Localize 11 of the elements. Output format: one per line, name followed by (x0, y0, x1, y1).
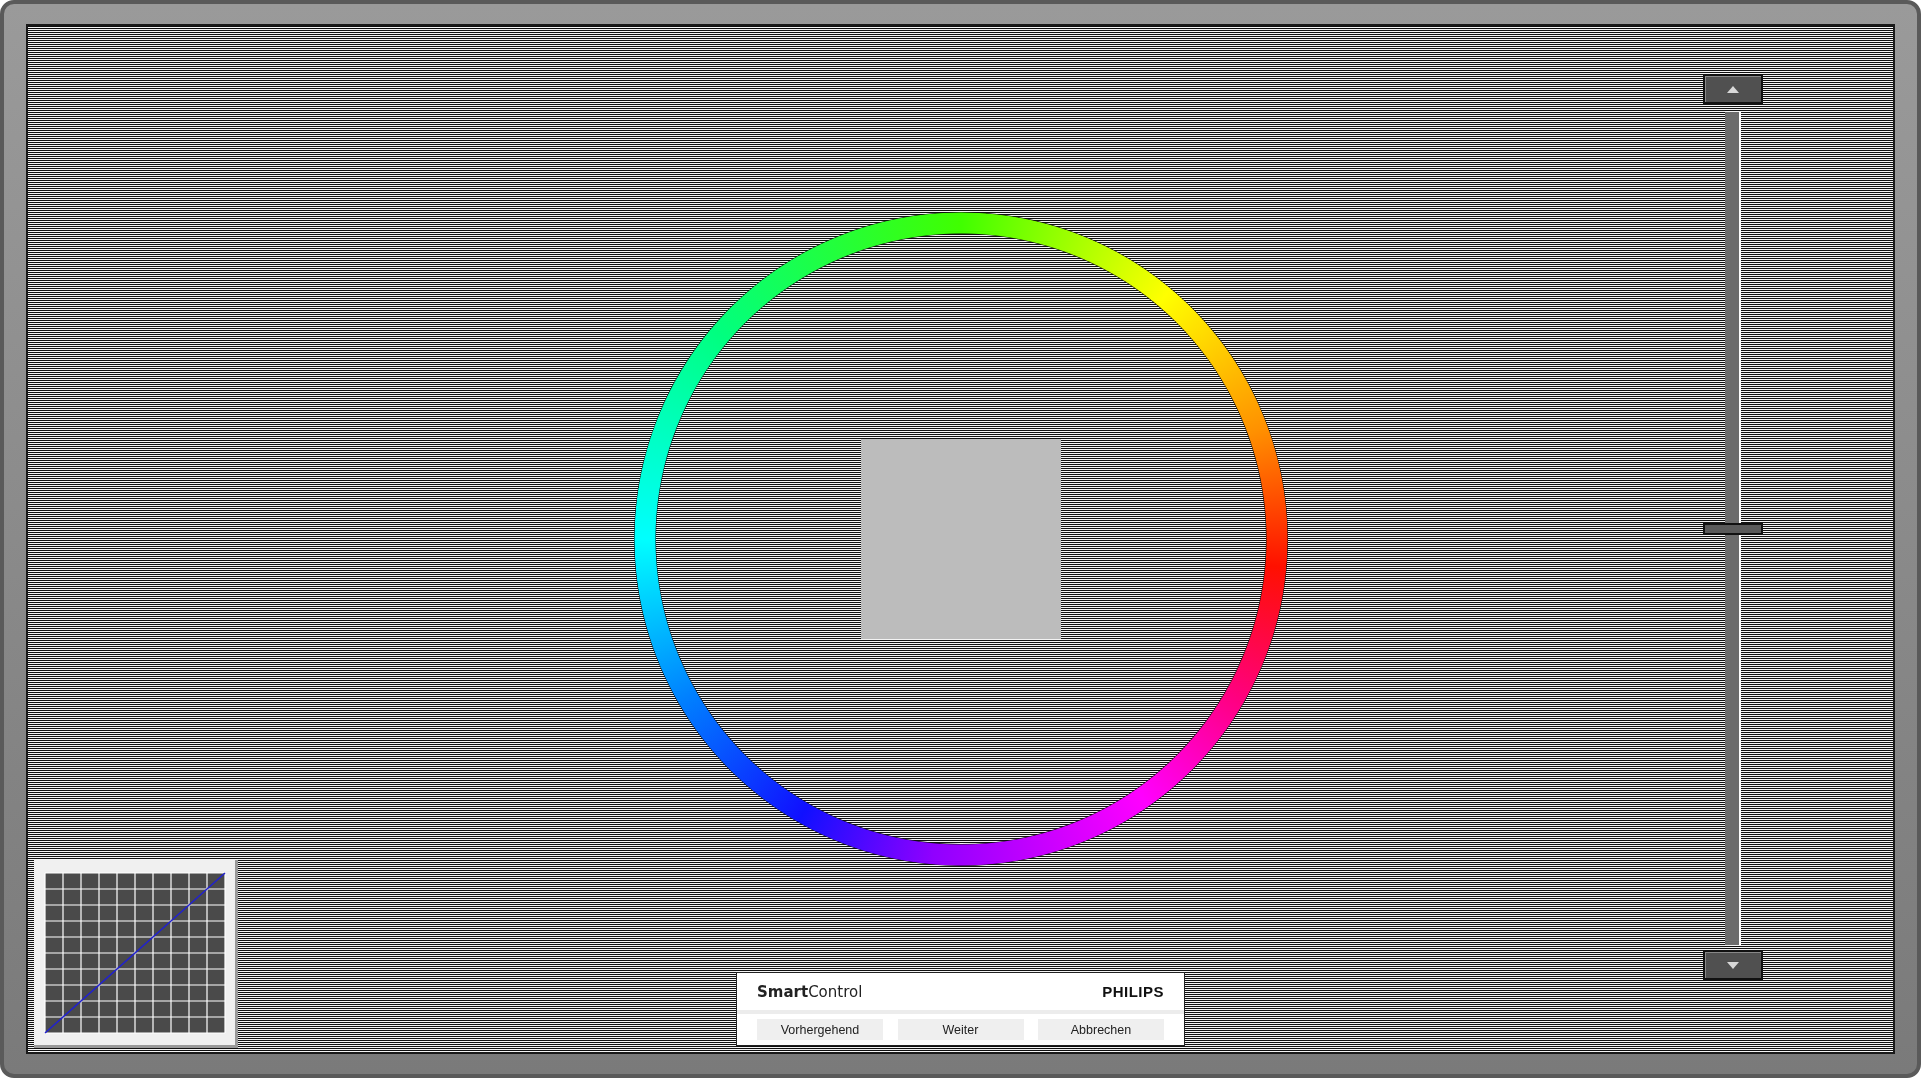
brand-logo: PHILIPS (1102, 983, 1164, 1000)
down-button[interactable] (1703, 950, 1763, 980)
dialog-button[interactable]: Weiter (897, 1019, 1024, 1040)
slider-track[interactable] (1703, 112, 1763, 945)
slider-thumb[interactable] (1703, 522, 1763, 535)
up-button[interactable] (1703, 74, 1763, 104)
up-arrow-icon (1727, 85, 1739, 93)
down-arrow-icon (1727, 961, 1739, 969)
dialog-button[interactable]: Vorhergehend (757, 1019, 883, 1040)
dialog-button[interactable]: Abbrechen (1038, 1019, 1164, 1040)
app-name: SmartControl (757, 982, 863, 1001)
